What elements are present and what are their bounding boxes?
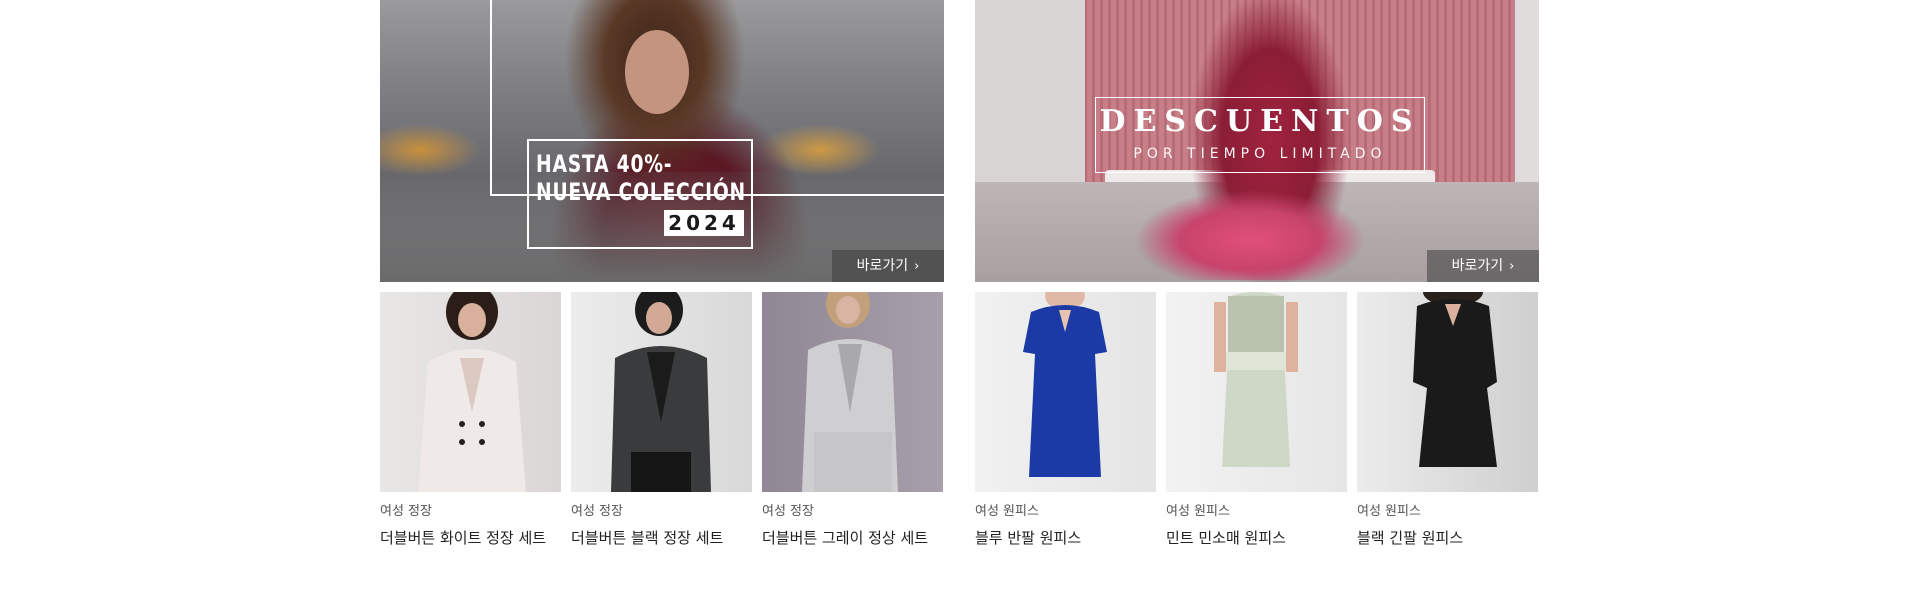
product-category: 여성 원피스: [975, 504, 1039, 519]
promo-section-suits: HASTA 40%- NUEVA COLECCIÓN 2024 바로가기 › 여성…: [380, 0, 944, 547]
product-image[interactable]: [762, 292, 943, 492]
banner-background-right: [1515, 0, 1539, 200]
promo-line-1: HASTA 40%-: [536, 150, 673, 178]
product-name[interactable]: 민트 민소매 원피스: [1166, 529, 1347, 547]
product-category: 여성 원피스: [1166, 504, 1230, 519]
promo-line-2: NUEVA COLECCIÓN: [536, 178, 746, 206]
product-card[interactable]: 여성 원피스 블루 반팔 원피스: [975, 292, 1156, 547]
product-card[interactable]: 여성 원피스 민트 민소매 원피스: [1166, 292, 1347, 547]
blue-dress-image: [1023, 292, 1107, 477]
chevron-right-icon: ›: [914, 259, 920, 274]
model-legs: [1135, 180, 1365, 280]
black-suit-image: [611, 292, 711, 492]
product-list-dresses: 여성 원피스 블루 반팔 원피스 여성 원피스 민트 민소매 원피스 여성 원피…: [975, 292, 1539, 547]
product-card[interactable]: 여성 정장 더블버튼 화이트 정장 세트: [380, 292, 561, 547]
product-name[interactable]: 블랙 긴팔 원피스: [1357, 529, 1538, 547]
banner-goto-button[interactable]: 바로가기 ›: [1427, 250, 1539, 282]
product-category: 여성 정장: [762, 504, 814, 519]
product-list-suits: 여성 정장 더블버튼 화이트 정장 세트 여성 정장 더블버튼 블랙 정장 세트: [380, 292, 944, 547]
goto-button-label: 바로가기: [856, 258, 909, 274]
gray-suit-image: [802, 292, 898, 492]
banner-background: [975, 0, 1085, 200]
promo-section-dresses: DESCUENTOS POR TIEMPO LIMITADO 바로가기 › 여성 …: [975, 0, 1539, 547]
product-image[interactable]: [380, 292, 561, 492]
banner-promo-text: HASTA 40%- NUEVA COLECCIÓN: [536, 150, 746, 206]
banner-goto-button[interactable]: 바로가기 ›: [832, 250, 944, 282]
product-category: 여성 원피스: [1357, 504, 1421, 519]
product-category: 여성 정장: [571, 504, 623, 519]
product-name[interactable]: 블루 반팔 원피스: [975, 529, 1156, 547]
banner-title: DESCUENTOS: [1099, 104, 1421, 139]
product-name[interactable]: 더블버튼 블랙 정장 세트: [571, 529, 752, 547]
mint-dress-image: [1214, 292, 1298, 467]
product-name[interactable]: 더블버튼 그레이 정상 세트: [762, 529, 943, 547]
product-image[interactable]: [571, 292, 752, 492]
promo-year-badge: 2024: [664, 210, 744, 236]
banner-subtitle: POR TIEMPO LIMITADO: [1133, 146, 1387, 162]
white-suit-image: [418, 292, 526, 492]
banner-discounts[interactable]: DESCUENTOS POR TIEMPO LIMITADO 바로가기 ›: [975, 0, 1539, 282]
goto-button-label: 바로가기: [1451, 258, 1504, 274]
black-dress-image: [1413, 292, 1497, 467]
product-category: 여성 정장: [380, 504, 432, 519]
chevron-right-icon: ›: [1509, 259, 1515, 274]
product-name[interactable]: 더블버튼 화이트 정장 세트: [380, 529, 561, 547]
product-card[interactable]: 여성 정장 더블버튼 블랙 정장 세트: [571, 292, 752, 547]
product-card[interactable]: 여성 정장 더블버튼 그레이 정상 세트: [762, 292, 943, 547]
product-card[interactable]: 여성 원피스 블랙 긴팔 원피스: [1357, 292, 1538, 547]
banner-new-collection[interactable]: HASTA 40%- NUEVA COLECCIÓN 2024 바로가기 ›: [380, 0, 944, 282]
product-image[interactable]: [1166, 292, 1347, 492]
product-image[interactable]: [975, 292, 1156, 492]
product-image[interactable]: [1357, 292, 1538, 492]
